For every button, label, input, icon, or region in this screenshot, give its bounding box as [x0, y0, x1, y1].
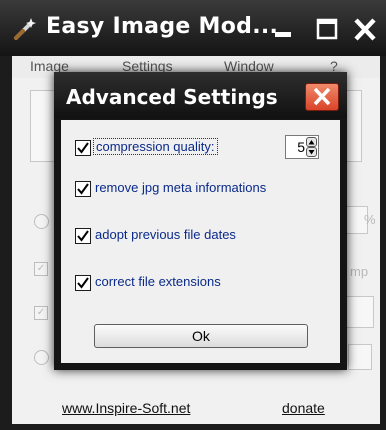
- website-link[interactable]: www.Inspire-Soft.net: [62, 400, 190, 416]
- compression-quality-stepper[interactable]: 5: [285, 135, 319, 159]
- compression-quality-checkbox[interactable]: [75, 140, 91, 156]
- spin-up-arrow-icon[interactable]: [306, 137, 317, 147]
- main-title-bar[interactable]: Easy Image Mod...: [0, 0, 386, 56]
- ok-button[interactable]: Ok: [94, 324, 308, 348]
- remove-jpg-meta-checkbox[interactable]: [75, 181, 91, 197]
- background-dropdown[interactable]: [348, 344, 372, 370]
- main-window-title: Easy Image Mod...: [46, 14, 279, 39]
- checkmark-icon: [77, 183, 89, 195]
- app-magic-wand-icon: [12, 16, 38, 42]
- donate-link[interactable]: donate: [282, 400, 325, 416]
- adopt-file-dates-checkbox[interactable]: [75, 228, 91, 244]
- minimize-icon[interactable]: [270, 18, 296, 42]
- dialog-close-button[interactable]: [305, 83, 339, 111]
- background-partial-label: mp: [350, 264, 369, 279]
- background-checkbox-2[interactable]: ✓: [34, 306, 48, 320]
- background-radio-2[interactable]: [34, 350, 49, 365]
- dialog-client-area: compression quality: 5 remove jpg meta i…: [61, 120, 340, 363]
- checkmark-icon: [77, 230, 89, 242]
- background-checkbox-1[interactable]: ✓: [34, 262, 48, 276]
- percent-label: %: [364, 212, 376, 227]
- spin-down-arrow-icon[interactable]: [306, 147, 317, 157]
- correct-extensions-checkbox[interactable]: [75, 275, 91, 291]
- checkmark-icon: [77, 277, 89, 289]
- background-field[interactable]: [346, 296, 374, 328]
- background-radio[interactable]: [34, 214, 49, 229]
- dialog-title-bar[interactable]: Advanced Settings: [54, 72, 347, 118]
- compression-quality-label: compression quality:: [93, 138, 218, 155]
- adopt-file-dates-label: adopt previous file dates: [95, 227, 236, 242]
- close-icon: [313, 87, 331, 106]
- correct-extensions-label: correct file extensions: [95, 274, 221, 289]
- advanced-settings-dialog: Advanced Settings compression quality: 5: [54, 72, 347, 370]
- close-window-icon[interactable]: [352, 18, 378, 42]
- compression-quality-value: 5: [297, 139, 305, 155]
- checkmark-icon: [77, 142, 89, 154]
- maximize-icon[interactable]: [314, 18, 340, 42]
- remove-jpg-meta-label: remove jpg meta informations: [95, 180, 267, 195]
- stepper-arrows: [306, 137, 317, 157]
- dialog-title: Advanced Settings: [66, 85, 278, 109]
